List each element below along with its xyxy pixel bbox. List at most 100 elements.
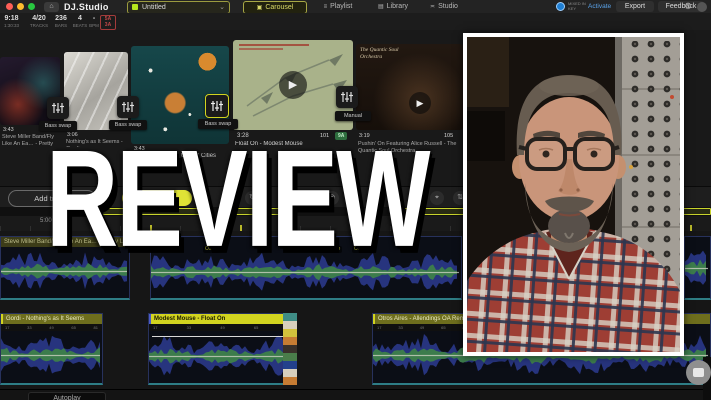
mix-stats-bar: 9:18 1:30:33 4/20 TRACKS 236 BARS 4 BEAT… bbox=[0, 13, 711, 30]
stat-value: 4 bbox=[71, 15, 89, 23]
ruler-marker bbox=[690, 225, 692, 231]
title-bar: ⌂ DJ.Studio Untitled ⌄ ▣Carousel ≡Playli… bbox=[0, 0, 711, 13]
stat-label: BARS bbox=[52, 23, 70, 28]
bar-number: 49 bbox=[220, 324, 224, 331]
mixed-in-key-icon bbox=[556, 2, 565, 11]
bar-number: 33 bbox=[27, 324, 31, 331]
tab-label: Carousel bbox=[265, 4, 293, 11]
stat-label: BEATS bbox=[71, 23, 89, 28]
carousel-icon: ▣ bbox=[257, 5, 263, 11]
tab-playlist[interactable]: ≡Playlist bbox=[313, 1, 363, 12]
stat-tracks: 4/20 TRACKS bbox=[27, 15, 51, 28]
bar-number: 33 bbox=[187, 324, 191, 331]
stat-label: BPM bbox=[88, 23, 100, 28]
dj-studio-app: ⌂ DJ.Studio Untitled ⌄ ▣Carousel ≡Playli… bbox=[0, 0, 711, 400]
audio-clip-gordi[interactable]: Gordi - Nothing's as It Seems 17 33 49 65 81 bbox=[0, 313, 103, 385]
transition-button[interactable] bbox=[47, 97, 69, 119]
tab-library[interactable]: ▤Library bbox=[369, 1, 417, 12]
reviewer-portrait-graphic bbox=[467, 37, 680, 352]
bar-number: 65 bbox=[71, 324, 75, 331]
volume-automation-line[interactable] bbox=[152, 336, 293, 337]
tab-label: Studio bbox=[438, 3, 458, 10]
mixed-in-key-label: MIXED IN KEY bbox=[568, 2, 587, 11]
bar-number: 49 bbox=[49, 324, 53, 331]
waveform bbox=[149, 334, 296, 379]
bar-number: 65 bbox=[441, 324, 445, 331]
bar-number: 17 bbox=[5, 324, 9, 331]
chevron-down-icon: ⌄ bbox=[219, 3, 225, 11]
track-card[interactable] bbox=[64, 52, 128, 130]
track-duration: 3:43 bbox=[3, 127, 14, 133]
audio-clip[interactable] bbox=[684, 236, 711, 300]
overview-segment[interactable] bbox=[683, 208, 711, 215]
stat-label: TRACKS bbox=[27, 23, 51, 28]
bar-number: 33 bbox=[398, 324, 402, 331]
tab-label: Library bbox=[387, 3, 408, 10]
bar-ruler: 17 33 49 65 81 bbox=[1, 324, 102, 331]
bar-number: 65 bbox=[254, 324, 258, 331]
tab-carousel[interactable]: ▣Carousel bbox=[243, 1, 307, 14]
bar-number: 49 bbox=[420, 324, 424, 331]
studio-icon: ≍ bbox=[430, 4, 435, 10]
stat-bars: 236 BARS bbox=[52, 15, 70, 28]
toolbar-target-icon[interactable]: ⌖ bbox=[430, 191, 444, 205]
fader-icon bbox=[121, 100, 135, 114]
clip-title: Modest Mouse - Float On bbox=[149, 314, 296, 324]
transition-button[interactable] bbox=[336, 86, 358, 108]
key-bottom: 3A bbox=[101, 22, 115, 28]
project-selector[interactable]: Untitled ⌄ bbox=[127, 1, 230, 14]
bar-number: 17 bbox=[153, 324, 157, 331]
bottom-bar: Autoplay bbox=[0, 389, 711, 400]
audio-clip-modest-mouse[interactable]: Modest Mouse - Float On 1733496581 bbox=[148, 313, 297, 385]
settings-gear-icon[interactable]: ⚙ bbox=[684, 1, 692, 12]
home-icon: ⌂ bbox=[49, 3, 53, 10]
stat-bpm: - BPM bbox=[88, 15, 100, 28]
window-zoom-button[interactable] bbox=[28, 3, 35, 10]
total-time: 1:30:33 bbox=[4, 23, 19, 28]
waveform bbox=[1, 332, 102, 379]
project-name: Untitled bbox=[142, 4, 166, 11]
track-bpm: 105 bbox=[444, 133, 453, 139]
album-art-caption: The Quantic Soul Orchestra bbox=[360, 47, 420, 60]
chat-bubble-icon bbox=[693, 368, 704, 377]
bar-number: 81 bbox=[94, 324, 98, 331]
transition-button-selected[interactable] bbox=[205, 94, 229, 118]
play-button[interactable]: ▶ bbox=[409, 92, 431, 114]
export-button[interactable]: Export bbox=[616, 1, 654, 12]
bar-ruler: 1733496581 bbox=[373, 324, 471, 331]
help-chat-button[interactable] bbox=[686, 360, 711, 385]
transition-label[interactable]: Manual bbox=[335, 111, 371, 121]
stat-beats: 4 BEATS bbox=[71, 15, 89, 28]
project-icon bbox=[132, 4, 138, 10]
autoplay-button[interactable]: Autoplay bbox=[28, 392, 106, 400]
app-logo: DJ.Studio bbox=[64, 2, 109, 12]
window-close-button[interactable] bbox=[6, 3, 13, 10]
tab-label: Playlist bbox=[330, 3, 352, 10]
fader-icon bbox=[210, 99, 224, 113]
mix-time: 9:18 1:30:33 bbox=[4, 15, 19, 28]
review-title-overlay: REVIEW bbox=[46, 130, 428, 268]
bar-number: 17 bbox=[377, 324, 381, 331]
playlist-icon: ≡ bbox=[324, 4, 328, 10]
stat-value: 236 bbox=[52, 15, 70, 23]
library-icon: ▤ bbox=[378, 4, 384, 10]
clip-title: Gordi - Nothing's as It Seems bbox=[1, 314, 102, 324]
stat-value: - bbox=[88, 15, 100, 23]
activate-link[interactable]: Activate bbox=[588, 3, 611, 10]
tab-studio[interactable]: ≍Studio bbox=[421, 1, 467, 12]
elapsed-time: 9:18 bbox=[4, 15, 19, 23]
key-badge: 5A 3A bbox=[100, 15, 116, 30]
window-minimize-button[interactable] bbox=[17, 3, 24, 10]
reviewer-photo bbox=[463, 33, 684, 356]
fader-icon bbox=[51, 101, 65, 115]
fader-icon bbox=[340, 90, 354, 104]
track-card[interactable]: The Quantic Soul Orchestra ▶ bbox=[356, 44, 463, 130]
home-button[interactable]: ⌂ bbox=[44, 2, 59, 12]
bar-ruler: 1733496581 bbox=[149, 324, 296, 331]
waveform bbox=[685, 243, 710, 294]
stat-value: 4/20 bbox=[27, 15, 51, 23]
user-avatar[interactable] bbox=[697, 2, 707, 12]
play-button[interactable]: ▶ bbox=[279, 71, 307, 99]
stem-transition-strip[interactable] bbox=[283, 313, 297, 385]
transition-button[interactable] bbox=[117, 96, 139, 118]
